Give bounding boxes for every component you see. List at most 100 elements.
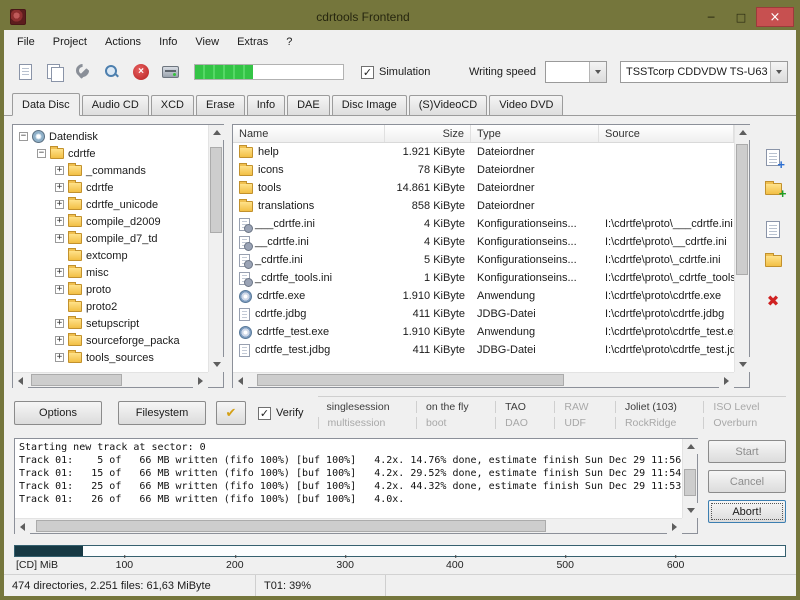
scrollbar-thumb[interactable] [684, 469, 696, 496]
filesystem-button[interactable]: Filesystem [118, 401, 206, 425]
file-row[interactable]: translations 858 KiByte Dateiordner [233, 197, 734, 215]
scrollbar-thumb[interactable] [36, 520, 546, 532]
scroll-left-icon[interactable] [13, 373, 28, 388]
titlebar[interactable]: cdrtools Frontend ─ □ × [4, 4, 796, 30]
close-button[interactable]: × [756, 7, 794, 27]
menu-item[interactable]: View [186, 32, 228, 52]
remove-button[interactable]: ✖ [760, 288, 786, 314]
menu-item[interactable]: Info [150, 32, 186, 52]
tab[interactable]: XCD [151, 95, 194, 115]
scroll-down-icon[interactable] [209, 357, 224, 372]
add-folder-button[interactable] [760, 176, 786, 202]
tree-horizontal-scrollbar[interactable] [13, 372, 208, 387]
tree-item[interactable]: sourceforge_packa [15, 332, 206, 349]
writing-speed-select[interactable] [545, 61, 607, 83]
tree-item[interactable]: misc [15, 264, 206, 281]
tree-item[interactable]: _commands [15, 162, 206, 179]
file-row[interactable]: ___cdrtfe.ini 4 KiByte Konfigurationsein… [233, 215, 734, 233]
tree-vertical-scrollbar[interactable] [208, 125, 223, 372]
menu-item[interactable]: Actions [96, 32, 150, 52]
file-row[interactable]: tools 14.861 KiByte Dateiordner [233, 179, 734, 197]
add-files-button[interactable] [760, 144, 786, 170]
scroll-down-icon[interactable] [735, 357, 750, 372]
column-header-size[interactable]: Size [385, 125, 471, 142]
file-row[interactable]: cdrtfe_test.jdbg 411 KiByte JDBG-Datei I… [233, 341, 734, 359]
tree-item[interactable]: cdrtfe_unicode [15, 196, 206, 213]
tree-item[interactable]: extcomp [15, 247, 206, 264]
settings-button[interactable] [70, 59, 96, 85]
tree-expander-icon[interactable] [55, 217, 64, 226]
tree-expander-icon[interactable] [55, 353, 64, 362]
scroll-up-icon[interactable] [209, 125, 224, 140]
stop-button[interactable]: × [128, 59, 154, 85]
file-row[interactable]: _cdrtfe_tools.ini 1 KiByte Konfiguration… [233, 269, 734, 287]
minimize-button[interactable]: ─ [696, 7, 726, 27]
tree-expander-icon[interactable] [55, 336, 64, 345]
log-vertical-scrollbar[interactable] [682, 439, 697, 518]
tree-item[interactable]: proto [15, 281, 206, 298]
tree-expander-icon[interactable] [55, 268, 64, 277]
tree-item[interactable]: cdrtfe [15, 179, 206, 196]
menu-item[interactable]: Extras [228, 32, 277, 52]
tree-item[interactable]: proto2 [15, 298, 206, 315]
new-folder-button[interactable] [760, 248, 786, 274]
file-row[interactable]: help 1.921 KiByte Dateiordner [233, 143, 734, 161]
dropdown-arrow-icon[interactable] [770, 62, 787, 82]
file-row[interactable]: __cdrtfe.ini 4 KiByte Konfigurationseins… [233, 233, 734, 251]
tab[interactable]: Audio CD [82, 95, 149, 115]
burn-button[interactable] [157, 59, 183, 85]
tab[interactable]: Data Disc [12, 93, 80, 116]
tree-expander-icon[interactable] [19, 132, 28, 141]
file-horizontal-scrollbar[interactable] [233, 372, 734, 387]
tree-item[interactable]: compile_d7_td [15, 230, 206, 247]
menu-item[interactable]: ? [277, 32, 301, 52]
file-row[interactable]: icons 78 KiByte Dateiordner [233, 161, 734, 179]
scroll-right-icon[interactable] [193, 373, 208, 388]
scroll-down-icon[interactable] [683, 503, 698, 518]
tab[interactable]: Disc Image [332, 95, 407, 115]
tab[interactable]: DAE [287, 95, 330, 115]
options-button[interactable]: Options [14, 401, 102, 425]
scroll-right-icon[interactable] [667, 519, 682, 534]
tree-expander-icon[interactable] [55, 200, 64, 209]
dropdown-arrow-icon[interactable] [589, 62, 606, 82]
new-file-button[interactable] [760, 216, 786, 242]
tab[interactable]: Video DVD [489, 95, 563, 115]
menu-item[interactable]: File [8, 32, 44, 52]
tree-item[interactable]: cdrtfe [15, 145, 206, 162]
file-row[interactable]: _cdrtfe.ini 5 KiByte Konfigurationseins.… [233, 251, 734, 269]
open-project-button[interactable] [41, 59, 67, 85]
start-button[interactable]: Start [708, 440, 786, 463]
tree-expander-icon[interactable] [55, 166, 64, 175]
menu-item[interactable]: Project [44, 32, 96, 52]
scroll-up-icon[interactable] [735, 125, 750, 140]
verify-checkbox[interactable]: ✓ Verify [258, 407, 304, 420]
tree-expander-icon[interactable] [37, 149, 46, 158]
scrollbar-thumb[interactable] [210, 147, 222, 234]
column-header-type[interactable]: Type [471, 125, 599, 142]
tree-expander-icon[interactable] [55, 285, 64, 294]
column-header-source[interactable]: Source [599, 125, 734, 142]
tree-item[interactable]: tools_sources [15, 349, 206, 366]
log-horizontal-scrollbar[interactable] [15, 518, 682, 533]
scrollbar-thumb[interactable] [31, 374, 122, 386]
cancel-button[interactable]: Cancel [708, 470, 786, 493]
abort-button[interactable]: Abort! [708, 500, 786, 523]
tree-item[interactable]: compile_d2009 [15, 213, 206, 230]
file-row[interactable]: cdrtfe.exe 1.910 KiByte Anwendung I:\cdr… [233, 287, 734, 305]
device-select[interactable]: TSSTcorp CDDVDW TS-U63 [620, 61, 788, 83]
tab[interactable]: Info [247, 95, 285, 115]
tree-expander-icon[interactable] [55, 234, 64, 243]
scrollbar-thumb[interactable] [736, 144, 748, 274]
simulation-checkbox[interactable]: ✓ Simulation [361, 66, 430, 79]
disc-info-button[interactable] [99, 59, 125, 85]
scroll-right-icon[interactable] [719, 373, 734, 388]
column-header-name[interactable]: Name [233, 125, 385, 142]
tree-item[interactable]: Datendisk [15, 128, 206, 145]
scroll-left-icon[interactable] [15, 519, 30, 534]
tab[interactable]: (S)VideoCD [409, 95, 488, 115]
scroll-left-icon[interactable] [233, 373, 248, 388]
file-vertical-scrollbar[interactable] [734, 125, 749, 372]
scrollbar-thumb[interactable] [257, 374, 563, 386]
scroll-up-icon[interactable] [683, 439, 698, 454]
